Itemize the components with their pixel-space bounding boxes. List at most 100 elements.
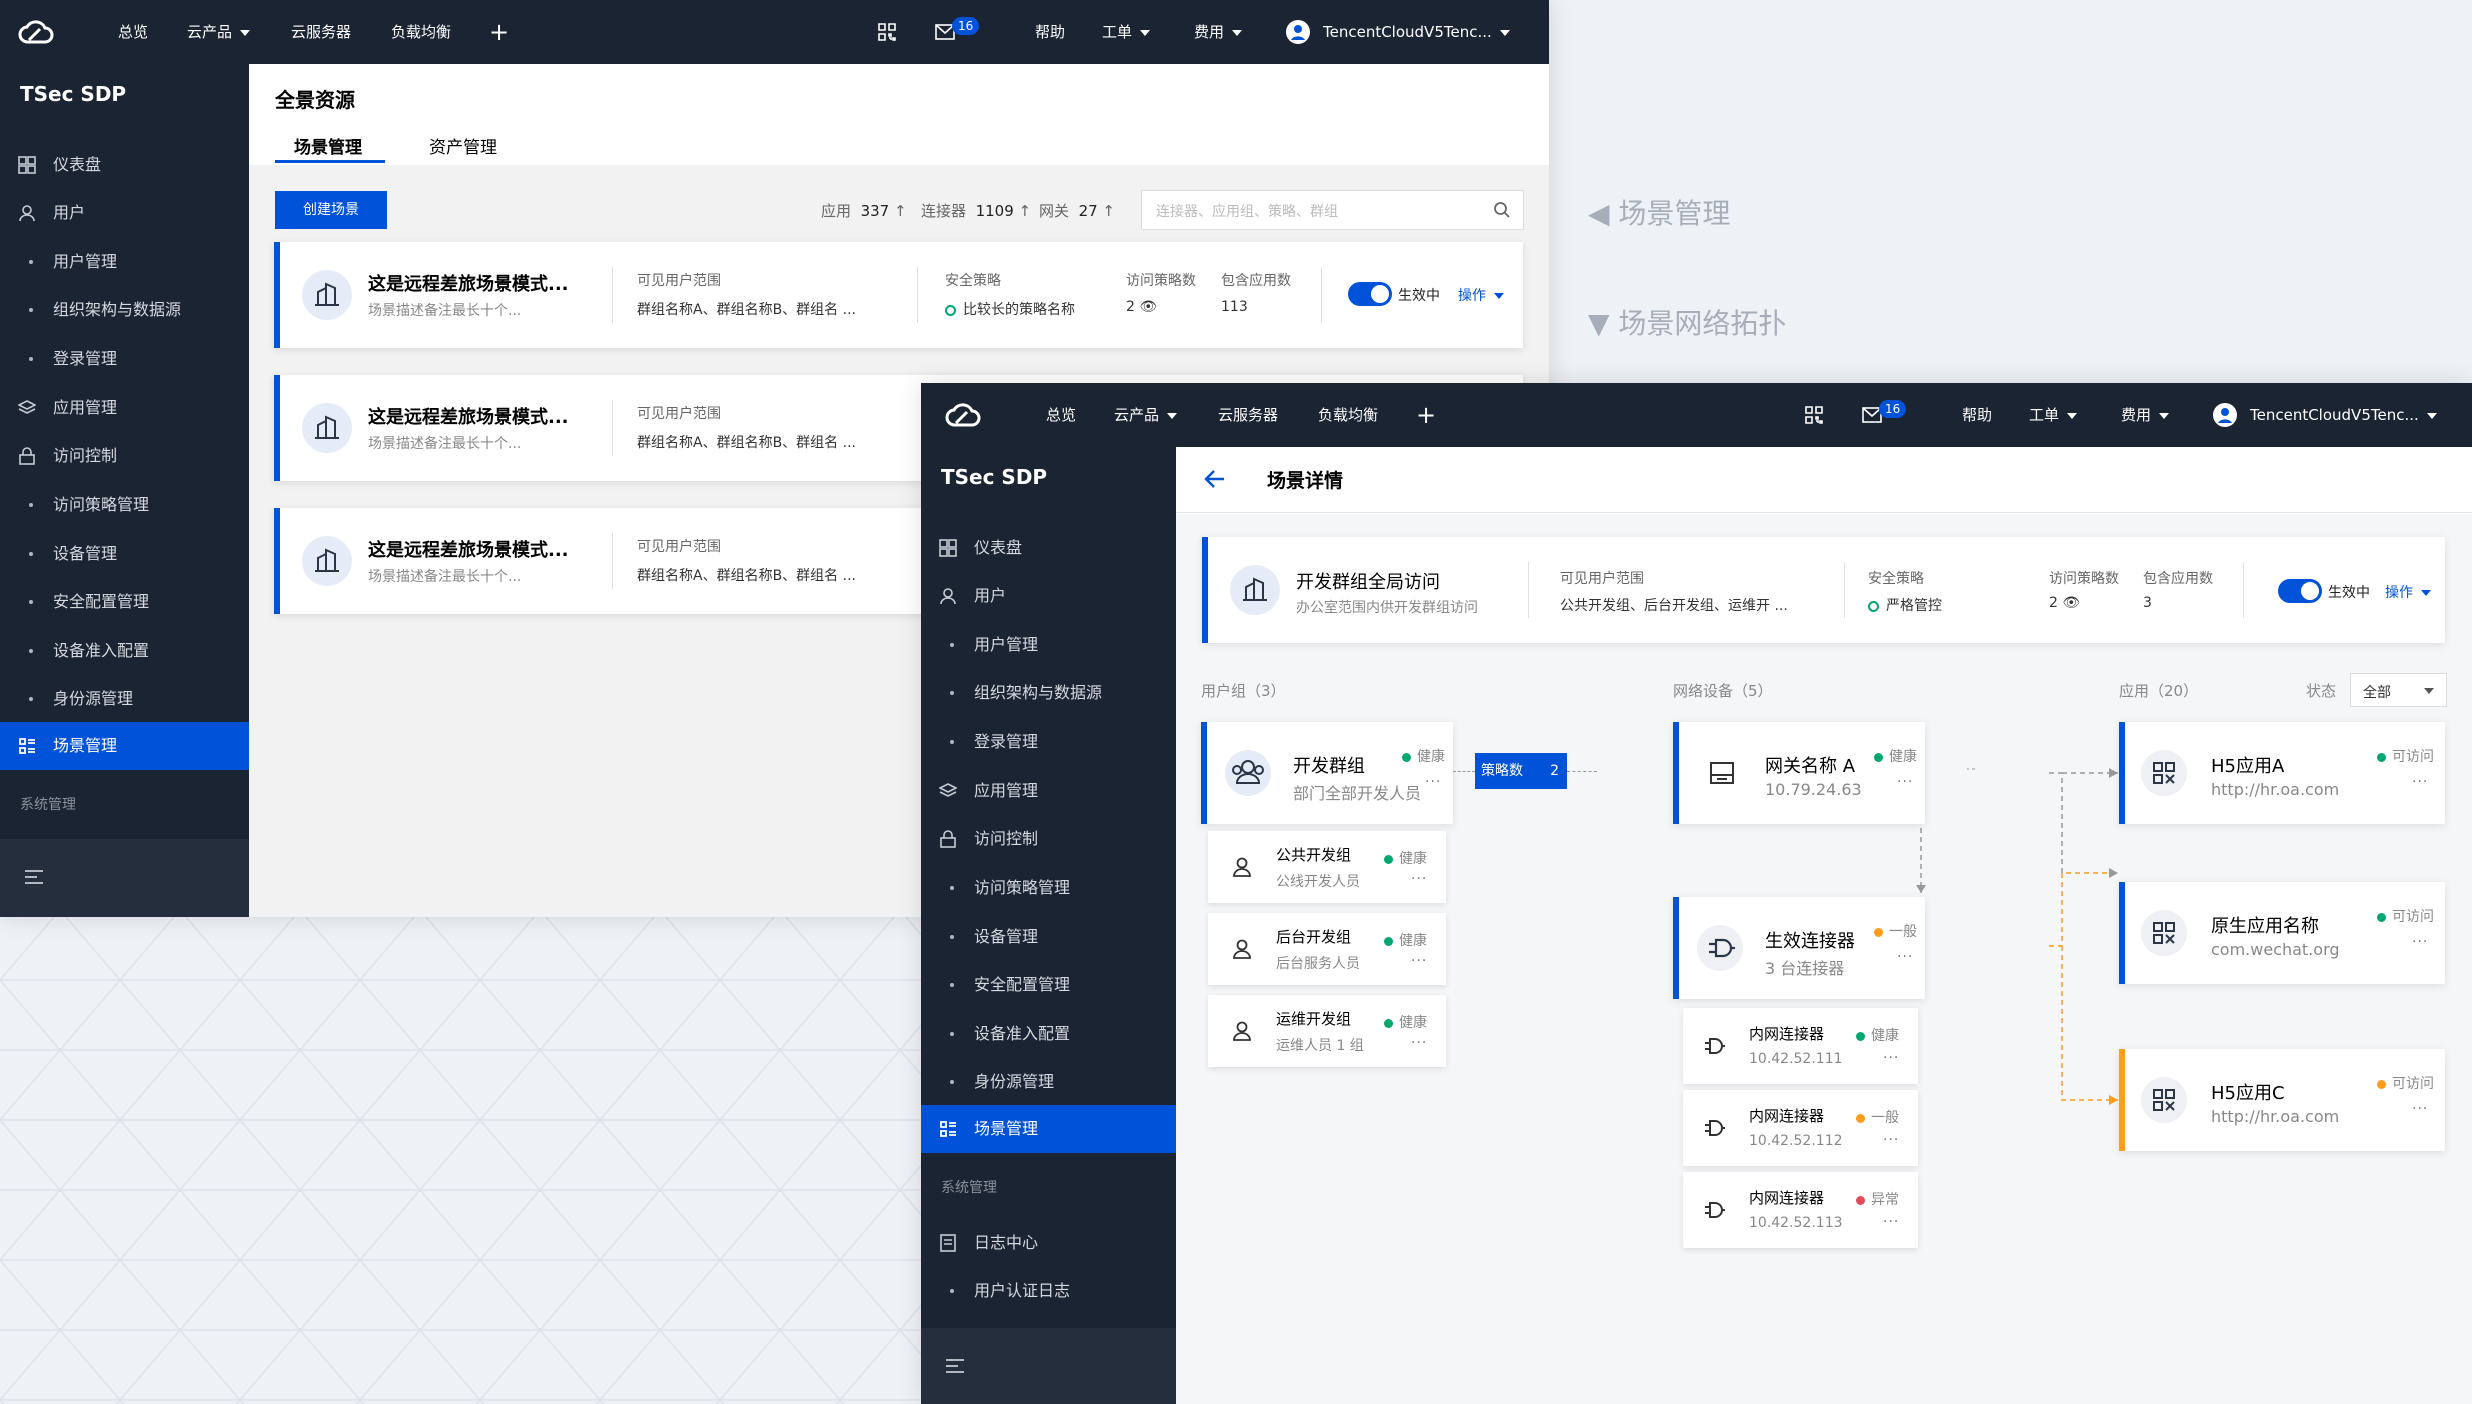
group-avatar	[1225, 750, 1271, 796]
tab-asset-management[interactable]: 资产管理	[429, 133, 497, 158]
more-icon[interactable]: ···	[1883, 1214, 1899, 1230]
sidebar-footer	[0, 839, 249, 917]
subgroup-desc: 公线开发人员	[1276, 874, 1360, 890]
user-subgroup-node[interactable]: 运维开发组 运维人员 1 组 健康 ···	[1208, 995, 1446, 1067]
app-node[interactable]: H5应用C http://hr.oa.com 可访问 ···	[2119, 1049, 2445, 1151]
more-icon[interactable]: ···	[1897, 949, 1913, 965]
sidebar-item-org-datasource[interactable]: 组织架构与数据源	[0, 286, 249, 334]
divider	[612, 400, 613, 456]
connector-subnode[interactable]: 内网连接器 10.42.52.112 一般 ···	[1683, 1090, 1918, 1166]
eye-icon[interactable]: 👁	[1139, 299, 1157, 315]
create-scene-button[interactable]: 创建场景	[275, 191, 387, 229]
detail-window: 总览 云产品 云服务器 负载均衡 + 16 帮助 工单 费用 TencentCl…	[921, 383, 2472, 1404]
collapse-menu-icon[interactable]	[24, 869, 44, 885]
sidebar-item-user[interactable]: 用户	[0, 189, 249, 237]
app-avatar	[2141, 1077, 2187, 1123]
gateway-ip: 10.79.24.63	[1765, 780, 1862, 799]
nav-fees[interactable]: 费用	[1194, 0, 1243, 64]
user-group-node[interactable]: 开发群组 部门全部开发人员 健康 ···	[1201, 722, 1453, 824]
sidebar-item-identity-source[interactable]: 身份源管理	[0, 675, 249, 723]
app-node[interactable]: 原生应用名称 com.wechat.org 可访问 ···	[2119, 882, 2445, 984]
connector-node[interactable]: 生效连接器 3 台连接器 一般 ···	[1673, 897, 1925, 999]
sidebar-item-security-config[interactable]: 安全配置管理	[0, 578, 249, 626]
sidebar-item-login-management[interactable]: 登录管理	[0, 335, 249, 383]
cloud-logo-icon[interactable]	[18, 18, 54, 46]
user-subgroup-node[interactable]: 公共开发组 公线开发人员 健康 ···	[1208, 831, 1446, 903]
sidebar-item-access-control[interactable]: 访问控制	[0, 432, 249, 480]
more-icon[interactable]: ···	[1883, 1132, 1899, 1148]
nav-products[interactable]: 云产品	[187, 0, 251, 64]
users-label: 可见用户范围	[637, 539, 721, 555]
scene-avatar	[302, 403, 352, 453]
status-badge: 异常	[1856, 1189, 1899, 1209]
sidebar-item-app-management[interactable]: 应用管理	[0, 384, 249, 432]
more-icon[interactable]: ···	[2412, 934, 2428, 950]
sidebar-item-device-management[interactable]: 设备管理	[0, 530, 249, 578]
scene-card[interactable]: 这是远程差旅场景模式... 场景描述备注最长十个... 可见用户范围 群组名称A…	[274, 242, 1523, 348]
search-box[interactable]: 连接器、应用组、策略、群组	[1141, 190, 1524, 230]
policy-label: 安全策略	[945, 273, 1001, 289]
sidebar-item-device-admission[interactable]: 设备准入配置	[0, 627, 249, 675]
more-icon[interactable]: ···	[1883, 1050, 1899, 1066]
status-badge: 可访问	[2377, 1073, 2434, 1093]
divider	[612, 533, 613, 589]
status-badge: 可访问	[2377, 746, 2434, 766]
scene-active-toggle[interactable]	[1348, 282, 1392, 306]
stat-connectors: 连接器 1109 ↑	[921, 202, 1032, 220]
more-icon[interactable]: ···	[1425, 774, 1441, 790]
more-icon[interactable]: ···	[1411, 1035, 1427, 1051]
scene-action-dropdown[interactable]: 操作	[1458, 285, 1504, 305]
status-badge: 可访问	[2377, 906, 2434, 926]
nav-servers[interactable]: 云服务器	[291, 0, 351, 64]
connector-subnode[interactable]: 内网连接器 10.42.52.111 健康 ···	[1683, 1008, 1918, 1084]
app-avatar	[2141, 910, 2187, 956]
more-icon[interactable]: ···	[2412, 1101, 2428, 1117]
tab-scene-management[interactable]: 场景管理	[294, 133, 362, 158]
search-input[interactable]: 连接器、应用组、策略、群组	[1156, 201, 1338, 221]
sidebar-item-user-management[interactable]: 用户管理	[0, 238, 249, 286]
chevron-down-icon	[1140, 29, 1151, 36]
apps-label: 包含应用数	[1221, 273, 1291, 289]
add-icon[interactable]: +	[489, 0, 509, 64]
sidebar: TSec SDP 仪表盘 用户 用户管理 组织架构与数据源 登录管理 应用管理 …	[0, 64, 249, 917]
mail-count-badge: 16	[952, 17, 980, 35]
avatar[interactable]	[1286, 20, 1310, 44]
page-title: 全景资源	[275, 88, 355, 112]
more-icon[interactable]: ···	[1897, 774, 1913, 790]
users-label: 可见用户范围	[637, 273, 721, 289]
account-menu[interactable]: TencentCloudV5Tenc...	[1323, 0, 1510, 64]
connector-subnode[interactable]: 内网连接器 10.42.52.113 异常 ···	[1683, 1172, 1918, 1248]
gateway-node[interactable]: 网关名称 A 10.79.24.63 健康 ···	[1673, 722, 1925, 824]
layers-icon	[18, 400, 36, 414]
user-icon	[1233, 1021, 1251, 1041]
nav-tickets[interactable]: 工单	[1102, 0, 1151, 64]
gateway-icon	[1710, 762, 1734, 784]
scene-desc: 场景描述备注最长十个...	[368, 436, 522, 452]
user-icon	[1233, 857, 1251, 877]
sidebar-item-access-policy[interactable]: 访问策略管理	[0, 481, 249, 529]
sidebar-item-scene-management[interactable]: 场景管理	[0, 722, 249, 770]
app-grid-icon	[2153, 922, 2175, 944]
nav-help[interactable]: 帮助	[1035, 0, 1065, 64]
connector-sub-name: 内网连接器	[1749, 1025, 1825, 1043]
users-label: 可见用户范围	[637, 406, 721, 422]
policy-count-tag[interactable]: 策略数 2	[1475, 753, 1567, 789]
app-node[interactable]: H5应用A http://hr.oa.com 可访问 ···	[2119, 722, 2445, 824]
more-icon[interactable]: ···	[2412, 774, 2428, 790]
sidebar-item-dashboard[interactable]: 仪表盘	[0, 141, 249, 189]
more-icon[interactable]: ···	[1411, 953, 1427, 969]
chevron-down-icon	[1494, 293, 1504, 299]
connector-sub-ip: 10.42.52.111	[1749, 1051, 1843, 1067]
search-icon[interactable]	[1493, 201, 1511, 219]
product-title: TSec SDP	[20, 82, 127, 106]
users-value: 群组名称A、群组名称B、群组名 ...	[637, 302, 856, 318]
qrcode-icon[interactable]	[877, 22, 897, 42]
more-icon[interactable]: ···	[1411, 871, 1427, 887]
app-url: http://hr.oa.com	[2211, 780, 2340, 799]
annotation-scene-management: ◀ 场景管理	[1588, 197, 1731, 230]
user-subgroup-node[interactable]: 后台开发组 后台服务人员 健康 ···	[1208, 913, 1446, 985]
nav-overview[interactable]: 总览	[118, 0, 148, 64]
chevron-down-icon	[1499, 29, 1510, 36]
app-name: H5应用A	[2211, 756, 2285, 777]
nav-lb[interactable]: 负载均衡	[391, 0, 451, 64]
